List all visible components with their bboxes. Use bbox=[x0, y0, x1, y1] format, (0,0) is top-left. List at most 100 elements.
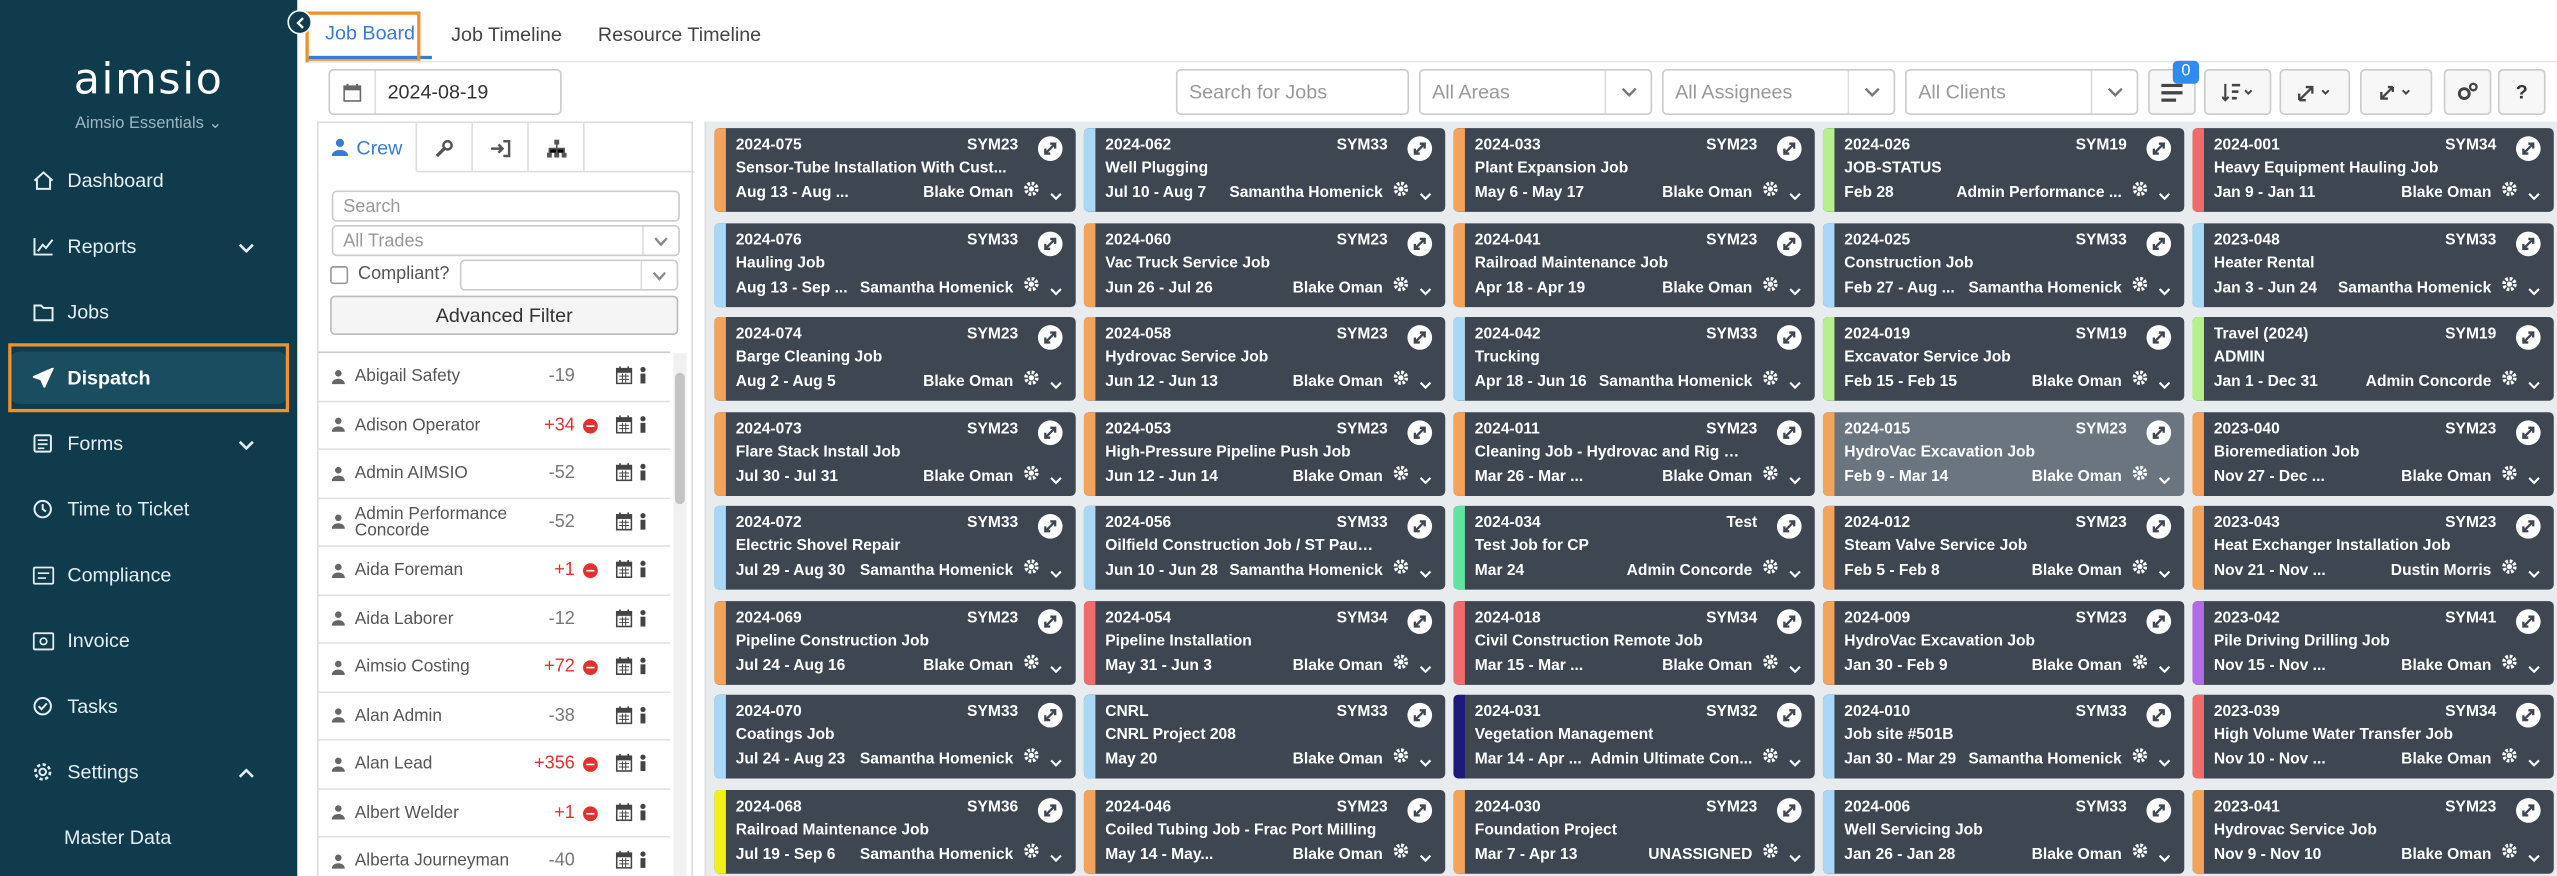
calendar-icon[interactable] bbox=[615, 414, 633, 438]
open-job-icon[interactable] bbox=[1776, 608, 1802, 634]
chevron-down-icon[interactable] bbox=[1788, 651, 1801, 681]
gear-icon[interactable] bbox=[1762, 459, 1778, 489]
info-icon[interactable] bbox=[637, 705, 648, 728]
job-card[interactable]: 2024-025 SYM33 Construction Job Feb 27 - Au… bbox=[1822, 222, 2185, 307]
job-card[interactable]: 2024-031 SYM32 Vegetation Management Mar 14… bbox=[1453, 694, 1815, 779]
job-card[interactable]: 2023-039 SYM34 High Volume Water Transfer … bbox=[2192, 694, 2554, 779]
gear-icon[interactable] bbox=[2132, 459, 2148, 489]
calendar-icon[interactable] bbox=[615, 753, 633, 777]
job-card[interactable]: 2024-068 SYM36 Railroad Maintenance Job Jul… bbox=[714, 789, 1076, 873]
chevron-down-icon[interactable] bbox=[1049, 179, 1062, 209]
open-job-icon[interactable] bbox=[1037, 230, 1063, 256]
job-card[interactable]: 2024-070 SYM33 Coatings Job Jul 24 - Aug 23… bbox=[714, 694, 1076, 779]
nav-item-time-to-ticket[interactable]: Time to Ticket bbox=[0, 476, 297, 542]
open-job-icon[interactable] bbox=[2146, 136, 2172, 161]
open-job-icon[interactable] bbox=[2516, 702, 2541, 728]
job-card[interactable]: 2024-060 SYM23 Vac Truck Service Job Jun 26… bbox=[1083, 222, 1446, 307]
job-card[interactable]: 2024-072 SYM33 Electric Shovel Repair Jul 2… bbox=[714, 505, 1076, 590]
workspace-switcher[interactable]: Aimsio Essentials ⌄ bbox=[0, 115, 297, 133]
calendar-icon[interactable] bbox=[615, 802, 633, 825]
job-card[interactable]: 2024-026 SYM19 JOB-STATUS Feb 28 Admin Perfo… bbox=[1822, 128, 2185, 212]
calendar-icon[interactable] bbox=[615, 560, 633, 583]
crew-row[interactable]: Admin AIMSIO -52 bbox=[318, 450, 671, 499]
chevron-down-icon[interactable] bbox=[1419, 368, 1432, 398]
chevron-down-icon[interactable] bbox=[1419, 273, 1432, 303]
tab-job-timeline[interactable]: Job Timeline bbox=[435, 10, 578, 59]
chevron-down-icon[interactable] bbox=[2527, 368, 2540, 398]
gear-icon[interactable] bbox=[1762, 553, 1778, 583]
chevron-down-icon[interactable] bbox=[2158, 368, 2171, 398]
crew-row[interactable]: Alan Admin -38 bbox=[318, 692, 671, 741]
open-job-icon[interactable] bbox=[1407, 702, 1433, 728]
job-card[interactable]: 2024-018 SYM34 Civil Construction Remote J… bbox=[1453, 600, 1815, 685]
clients-select[interactable]: All Clients bbox=[1905, 68, 2139, 115]
info-icon[interactable] bbox=[637, 560, 648, 583]
gear-icon[interactable] bbox=[1762, 176, 1778, 206]
open-job-icon[interactable] bbox=[2516, 419, 2541, 445]
open-job-icon[interactable] bbox=[2516, 797, 2541, 822]
open-job-icon[interactable] bbox=[2146, 608, 2172, 634]
crew-scrollbar-thumb[interactable] bbox=[674, 372, 685, 505]
calendar-icon[interactable] bbox=[615, 656, 633, 680]
gear-icon[interactable] bbox=[1762, 742, 1778, 772]
open-job-icon[interactable] bbox=[2146, 325, 2172, 350]
gear-icon[interactable] bbox=[1393, 270, 1409, 300]
calendar-icon[interactable] bbox=[615, 608, 633, 631]
job-card[interactable]: 2023-048 SYM33 Heater Rental Jan 3 - Jun 24… bbox=[2192, 222, 2554, 307]
job-card[interactable]: 2024-041 SYM23 Railroad Maintenance Job Apr… bbox=[1453, 222, 1815, 307]
chevron-down-icon[interactable] bbox=[1049, 840, 1062, 870]
chevron-down-icon[interactable] bbox=[238, 432, 254, 455]
job-card[interactable]: 2024-042 SYM33 Trucking Apr 18 - Jun 16 Sama… bbox=[1453, 316, 1815, 401]
gear-icon[interactable] bbox=[1023, 837, 1039, 867]
job-card[interactable]: 2024-033 SYM23 Plant Expansion Job May 6 - … bbox=[1453, 128, 1815, 212]
nav-item-forms[interactable]: Forms bbox=[0, 411, 297, 477]
gear-icon[interactable] bbox=[1393, 742, 1409, 772]
nav-item-tasks[interactable]: Tasks bbox=[0, 673, 297, 739]
gear-icon[interactable] bbox=[1393, 459, 1409, 489]
open-job-icon[interactable] bbox=[2146, 514, 2172, 539]
open-job-icon[interactable] bbox=[1037, 419, 1063, 445]
chevron-down-icon[interactable] bbox=[1049, 273, 1062, 303]
job-card[interactable]: 2024-069 SYM23 Pipeline Construction Job Ju… bbox=[714, 600, 1076, 685]
open-job-icon[interactable] bbox=[1037, 608, 1063, 634]
nav-item-dashboard[interactable]: Dashboard bbox=[0, 148, 297, 214]
job-card[interactable]: 2024-058 SYM23 Hydrovac Service Job Jun 12 … bbox=[1083, 316, 1446, 401]
open-job-icon[interactable] bbox=[2146, 419, 2172, 445]
open-job-icon[interactable] bbox=[1407, 325, 1433, 350]
info-icon[interactable] bbox=[637, 463, 648, 486]
search-jobs-input[interactable]: Search for Jobs bbox=[1175, 68, 1410, 115]
crew-row[interactable]: Aimsio Costing +72 bbox=[318, 644, 671, 693]
job-card[interactable]: CNRL SYM33 CNRL Project 208 May 20 Blake Oma… bbox=[1083, 694, 1446, 779]
chevron-down-icon[interactable] bbox=[1419, 179, 1432, 209]
gear-icon[interactable] bbox=[2132, 648, 2148, 678]
chevron-down-icon[interactable] bbox=[1419, 462, 1432, 492]
job-card[interactable]: 2024-006 SYM33 Well Servicing Job Jan 26 - … bbox=[1822, 789, 2185, 873]
job-card[interactable]: Travel (2024) SYM19 ADMIN Jan 1 - Dec 31 Adm… bbox=[2192, 316, 2554, 401]
gear-icon[interactable] bbox=[1023, 742, 1039, 772]
open-job-icon[interactable] bbox=[1037, 702, 1063, 728]
job-card[interactable]: 2024-012 SYM23 Steam Valve Service Job Feb … bbox=[1822, 505, 2185, 590]
assignees-select[interactable]: All Assignees bbox=[1662, 68, 1896, 115]
job-card[interactable]: 2024-074 SYM23 Barge Cleaning Job Aug 2 - A… bbox=[714, 316, 1076, 401]
job-card[interactable]: 2024-034 Test Test Job for CP Mar 24 Admin C… bbox=[1453, 505, 1815, 590]
tab-resource-timeline[interactable]: Resource Timeline bbox=[582, 10, 778, 59]
tab-assignments[interactable] bbox=[473, 123, 529, 173]
nav-subitem-master-data[interactable]: Master Data bbox=[0, 805, 297, 871]
open-job-icon[interactable] bbox=[1776, 325, 1802, 350]
crew-row[interactable]: Admin Performance Concorde -52 bbox=[318, 498, 671, 547]
job-card[interactable]: 2024-056 SYM33 Oilfield Construction Job /… bbox=[1083, 505, 1446, 590]
gear-icon[interactable] bbox=[1393, 553, 1409, 583]
open-job-icon[interactable] bbox=[1037, 797, 1063, 822]
open-job-icon[interactable] bbox=[2516, 325, 2541, 350]
open-job-icon[interactable] bbox=[2516, 608, 2541, 634]
compliant-checkbox[interactable] bbox=[330, 265, 349, 284]
gear-icon[interactable] bbox=[2132, 365, 2148, 395]
job-card[interactable]: 2024-046 SYM23 Coiled Tubing Job - Frac Po… bbox=[1083, 789, 1446, 873]
open-job-icon[interactable] bbox=[2516, 514, 2541, 539]
nav-item-settings[interactable]: Settings bbox=[0, 739, 297, 805]
nav-item-invoice[interactable]: Invoice bbox=[0, 608, 297, 674]
chevron-down-icon[interactable] bbox=[1049, 651, 1062, 681]
collapse-button[interactable] bbox=[2359, 68, 2433, 115]
gear-icon[interactable] bbox=[2501, 742, 2517, 772]
advanced-filter-button[interactable]: Advanced Filter bbox=[330, 295, 679, 336]
